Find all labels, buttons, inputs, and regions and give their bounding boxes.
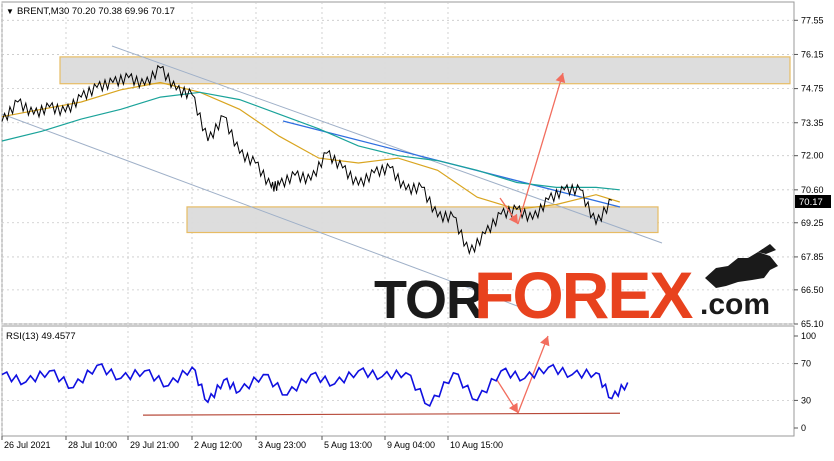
zone-rect [186,206,659,234]
rsi-tick-label: 70 [801,359,811,369]
chart-window: 77.55 76.15 74.75 73.35 72.00 70.60 69.25 67.85… [0,0,834,456]
y-tick-label: 65.10 [801,319,824,329]
time-axis: 26 Jul 2021 28 Jul 10:00 29 Jul 21:00 2 Aug… [1,436,503,450]
rsi-axis: 100 70 30 0 [794,331,816,433]
rsi-tick-label: 100 [801,331,816,341]
rsi-tick-label: 30 [801,395,811,405]
price-axis: 77.55 76.15 74.75 73.35 72.00 70.60 69.25 67.85… [794,15,824,329]
watermark-forex: FOREX [474,258,693,332]
y-tick-label: 77.55 [801,15,824,25]
x-tick-label: 2 Aug 12:00 [194,440,242,450]
y-tick-label: 72.00 [801,151,824,161]
y-tick-label: 66.50 [801,285,824,295]
y-tick-label: 74.75 [801,84,824,94]
y-tick-label: 76.15 [801,49,824,59]
x-tick-label: 28 Jul 10:00 [68,440,117,450]
symbol-info: BRENT,M30 70.20 70.38 69.96 70.17 [17,6,175,17]
rsi-tick-label: 0 [801,423,806,433]
y-tick-label: 67.85 [801,252,824,262]
rsi-panel [1,325,795,437]
chart-canvas: 77.55 76.15 74.75 73.35 72.00 70.60 69.25 67.85… [1,1,831,450]
x-tick-label: 10 Aug 15:00 [450,440,503,450]
current-price-text: 70.17 [799,197,823,208]
x-tick-label: 3 Aug 23:00 [258,440,306,450]
x-tick-label: 9 Aug 04:00 [387,440,435,450]
y-tick-label: 69.25 [801,218,824,228]
dropdown-icon[interactable]: ▼ [6,7,14,16]
x-tick-label: 29 Jul 21:00 [130,440,179,450]
rsi-label: RSI(13) 49.4577 [6,331,76,342]
x-tick-label: 26 Jul 2021 [4,440,51,450]
watermark-dotcom: .com [700,288,770,321]
watermark-tor: TOR [374,270,484,330]
y-tick-label: 70.60 [801,185,824,195]
x-tick-label: 5 Aug 13:00 [324,440,372,450]
y-tick-label: 73.35 [801,118,824,128]
